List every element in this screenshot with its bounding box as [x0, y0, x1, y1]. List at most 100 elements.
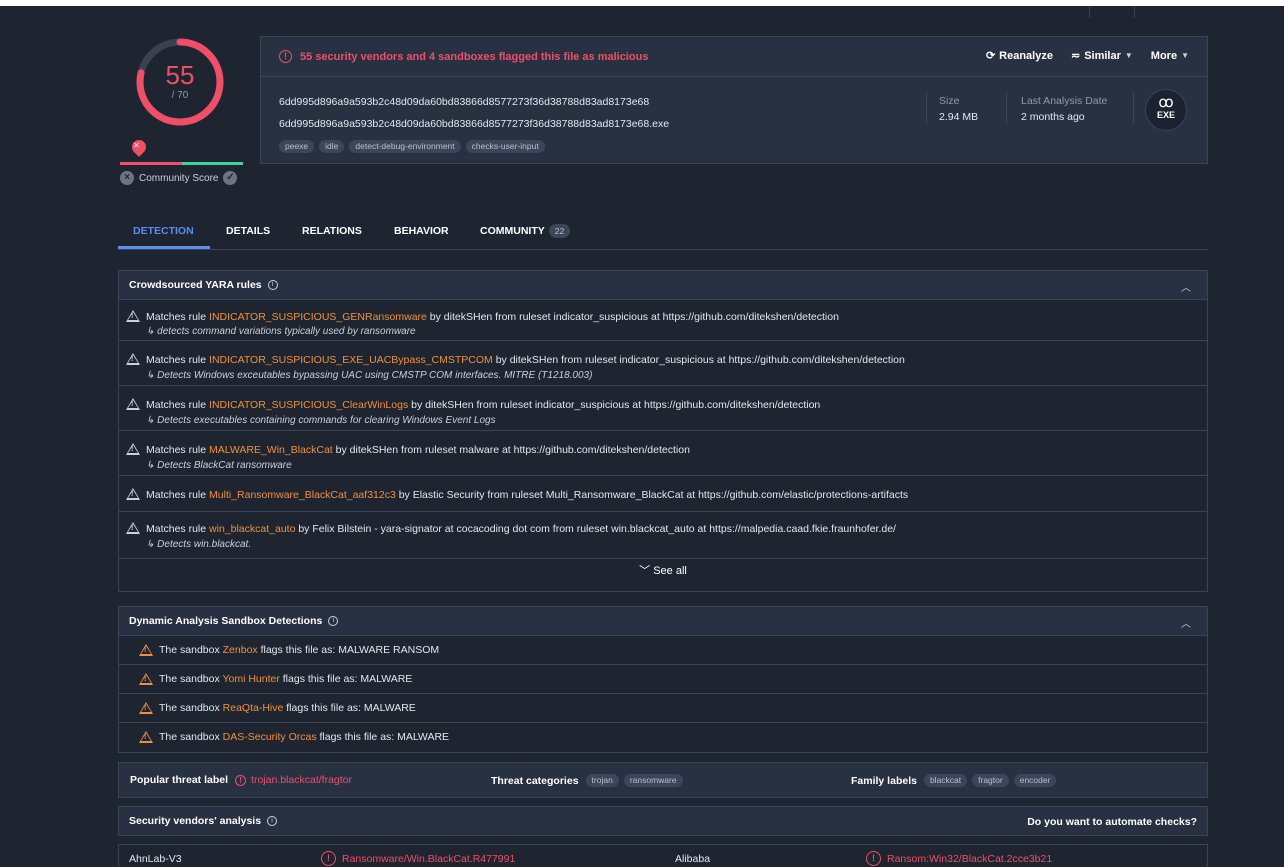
file-hash[interactable]: 6dd995d896a9a593b2c48d09da60bd83866d8577…	[279, 96, 649, 108]
vote-malicious-icon[interactable]: ×	[120, 171, 134, 185]
community-score-bar	[120, 162, 243, 165]
family-tag[interactable]: encoder	[1013, 774, 1057, 787]
list-item: Matches rule Multi_Ransomware_BlackCat_a…	[119, 476, 1207, 512]
file-size: Size 2.94 MB	[939, 95, 978, 123]
sandbox-detection-text: The sandbox Zenbox flags this file as: M…	[159, 644, 440, 656]
info-icon[interactable]: i	[267, 280, 278, 290]
community-count-badge: 22	[548, 224, 571, 238]
yara-rule-description: ↳ Detects win.blackcat.	[146, 539, 252, 550]
warning-mark: !	[131, 313, 134, 320]
list-item: The sandbox DAS-Security Orcas flags thi…	[119, 723, 1207, 752]
list-item: Matches rule win_blackcat_auto by Felix …	[119, 512, 1207, 559]
more-label: More	[1150, 49, 1178, 62]
list-item: Matches rule MALWARE_Win_BlackCat by dit…	[119, 431, 1207, 476]
similar-button[interactable]: ≂ Similar ▼	[1070, 49, 1133, 63]
popular-threat-value[interactable]: trojan.blackcat/fragtor	[251, 774, 352, 786]
threat-labels-bar: Popular threat label ! trojan.blackcat/f…	[118, 762, 1208, 798]
chevron-up-icon[interactable]: ︿	[1181, 615, 1191, 630]
vendor-name: Alibaba	[675, 853, 711, 865]
info-icon[interactable]: i	[267, 816, 278, 826]
tab-community[interactable]: COMMUNITY 22	[480, 218, 571, 250]
sandbox-detection-text: The sandbox DAS-Security Orcas flags thi…	[159, 731, 450, 743]
yara-section-header[interactable]: Crowdsourced YARA rules i ︿	[118, 270, 1208, 300]
tag[interactable]: peexe	[279, 140, 315, 153]
list-item: The sandbox ReaQta-Hive flags this file …	[119, 694, 1207, 723]
automate-checks-link[interactable]: Do you want to automate checks?	[1027, 816, 1197, 828]
alert-icon: !	[321, 851, 336, 866]
yara-rule-description: ↳ Detects BlackCat ransomware	[146, 460, 292, 471]
warning-mark: !	[131, 525, 134, 532]
table-row: AhnLab-V3 ! Ransomware/Win.BlackCat.R477…	[118, 844, 1208, 867]
list-item: Matches rule INDICATOR_SUSPICIOUS_ClearW…	[119, 386, 1207, 431]
threat-categories-key: Threat categories	[491, 774, 579, 787]
vendor-name: AhnLab-V3	[129, 853, 182, 865]
category-tag[interactable]: ransomware	[623, 774, 683, 787]
rule-link[interactable]: INDICATOR_SUSPICIOUS_EXE_UACBypass_CMSTP…	[209, 354, 493, 366]
community-score-label: Community Score	[139, 172, 219, 184]
rule-link[interactable]: Multi_Ransomware_BlackCat_aaf312c3	[209, 489, 396, 501]
sandbox-link[interactable]: DAS-Security Orcas	[223, 731, 317, 743]
sandbox-section-title: Dynamic Analysis Sandbox Detections	[129, 615, 323, 627]
last-analysis-value: 2 months ago	[1021, 111, 1085, 123]
chevron-up-icon[interactable]: ︿	[1181, 279, 1191, 294]
vendors-section-header: Security vendors' analysis i Do you want…	[118, 806, 1208, 836]
rule-link[interactable]: INDICATOR_SUSPICIOUS_GENRansomware	[209, 311, 427, 323]
divider	[1133, 92, 1134, 124]
vote-harmless-icon[interactable]: ✓	[223, 171, 238, 185]
tag[interactable]: idle	[319, 140, 345, 153]
family-labels-key: Family labels	[851, 774, 917, 787]
alert-icon: !	[235, 774, 247, 786]
rule-link[interactable]: win_blackcat_auto	[209, 523, 295, 535]
family-tag[interactable]: blackcat	[923, 774, 968, 787]
sandbox-section-header[interactable]: Dynamic Analysis Sandbox Detections i ︿	[118, 606, 1208, 636]
warning-mark: !	[144, 705, 147, 712]
tab-behavior[interactable]: BEHAVIOR	[394, 218, 449, 250]
tag[interactable]: detect-debug-environment	[349, 140, 461, 153]
divider	[1006, 92, 1007, 124]
popular-threat-label: Popular threat label ! trojan.blackcat/f…	[130, 774, 352, 786]
yara-rule-text: Matches rule MALWARE_Win_BlackCat by dit…	[146, 444, 690, 456]
divider	[926, 92, 927, 124]
warning-mark: !	[131, 491, 134, 498]
rule-link[interactable]: INDICATOR_SUSPICIOUS_ClearWinLogs	[209, 399, 408, 411]
score-total: / 70	[171, 90, 189, 101]
similar-icon: ≂	[1070, 50, 1081, 62]
tab-bar: DETECTION DETAILS RELATIONS BEHAVIOR COM…	[118, 218, 1208, 250]
info-icon[interactable]: i	[328, 616, 339, 626]
sandbox-link[interactable]: Zenbox	[223, 644, 258, 656]
list-item: Matches rule INDICATOR_SUSPICIOUS_EXE_UA…	[119, 341, 1207, 386]
alert-icon: !	[866, 851, 881, 866]
more-button[interactable]: More ▼	[1151, 50, 1189, 62]
file-summary-card: ! 55 security vendors and 4 sandboxes fl…	[260, 36, 1208, 164]
warning-mark: !	[144, 647, 147, 654]
threat-categories: Threat categories trojan ransomware	[491, 774, 683, 787]
sandbox-link[interactable]: ReaQta-Hive	[223, 702, 284, 714]
category-tag[interactable]: trojan	[585, 774, 619, 787]
family-tag[interactable]: fragtor	[972, 774, 1009, 787]
reanalyze-label: Reanalyze	[999, 49, 1053, 62]
list-item: The sandbox Yomi Hunter flags this file …	[119, 665, 1207, 694]
yara-rule-text: Matches rule Multi_Ransomware_BlackCat_a…	[146, 489, 909, 501]
sandbox-detections-list: The sandbox Zenbox flags this file as: M…	[118, 636, 1208, 753]
community-pin-icon	[129, 137, 149, 157]
user-menu-area[interactable]	[1089, 6, 1135, 18]
sandbox-link[interactable]: Yomi Hunter	[222, 673, 279, 685]
see-all-button[interactable]: ﹀ See all	[119, 562, 1207, 578]
yara-section-title: Crowdsourced YARA rules	[129, 279, 262, 291]
vendors-section-title: Security vendors' analysis	[129, 815, 262, 827]
tag[interactable]: checks-user-input	[465, 140, 545, 153]
score-detected: 55	[165, 60, 195, 90]
chevron-down-icon: ▼	[1181, 51, 1189, 60]
yara-rule-description: ↳ Detects executables containing command…	[146, 415, 496, 426]
tab-details[interactable]: DETAILS	[226, 218, 270, 250]
reanalyze-button[interactable]: ⟳ Reanalyze	[986, 49, 1053, 63]
similar-label: Similar	[1084, 49, 1121, 62]
vendor-result-text: Ransomware/Win.BlackCat.R477991	[342, 852, 516, 865]
tab-relations[interactable]: RELATIONS	[302, 218, 362, 250]
vendor-result: ! Ransomware/Win.BlackCat.R477991	[321, 851, 515, 866]
yara-rule-text: Matches rule INDICATOR_SUSPICIOUS_EXE_UA…	[146, 354, 905, 366]
chevron-down-icon: ﹀	[639, 565, 651, 577]
rule-link[interactable]: MALWARE_Win_BlackCat	[209, 444, 333, 456]
yara-rule-description: ↳ detects command variations typically u…	[146, 326, 416, 337]
see-all-label: See all	[653, 565, 687, 577]
